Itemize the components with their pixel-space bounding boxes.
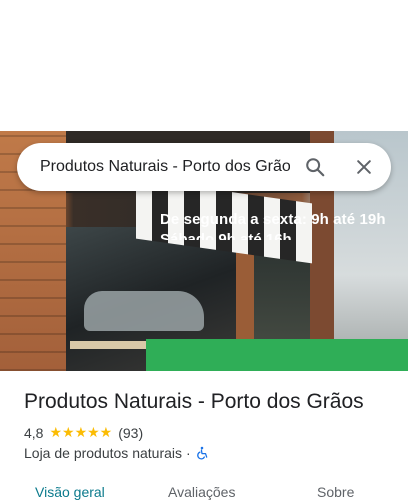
close-icon [357, 160, 371, 174]
search-bar[interactable]: Produtos Naturais - Porto dos Grãos [17, 143, 391, 191]
place-tabs: Visão geral Avaliações Sobre [0, 480, 408, 502]
hours-banner [146, 339, 408, 371]
hours-banner-weekday: De segunda a sexta: 9h até 19h [160, 211, 386, 228]
place-category: Loja de produtos naturais [24, 445, 182, 461]
hours-banner-saturday: Sábado 9h até 16h [160, 231, 292, 240]
search-button[interactable] [300, 152, 330, 182]
place-page: De segunda a sexta: 9h até 19h Sábado 9h… [0, 0, 408, 502]
photo-car-reflection [84, 291, 204, 331]
rating-stars: ★★★★★ [49, 424, 113, 440]
rating-value: 4,8 [24, 424, 44, 441]
place-title: Produtos Naturais - Porto dos Grãos [24, 390, 364, 413]
search-icon [306, 158, 325, 177]
wheelchair-icon[interactable] [195, 446, 209, 460]
review-count[interactable]: (93) [118, 425, 143, 441]
category-row: Loja de produtos naturais · [24, 445, 209, 461]
tab-overview[interactable]: Visão geral [35, 484, 105, 500]
separator: · [186, 445, 191, 461]
search-input[interactable]: Produtos Naturais - Porto dos Grãos [40, 158, 290, 176]
tab-reviews[interactable]: Avaliações [168, 484, 235, 500]
tab-about[interactable]: Sobre [317, 484, 354, 500]
clear-search-button[interactable] [349, 152, 379, 182]
rating-row[interactable]: 4,8 ★★★★★ (93) [24, 424, 143, 441]
